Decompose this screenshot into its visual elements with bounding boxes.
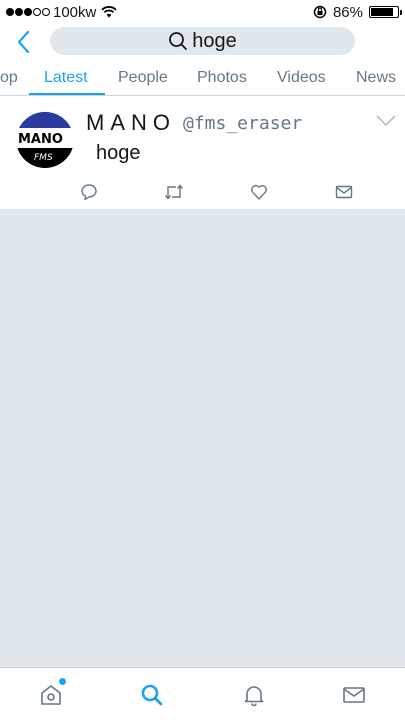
messages-icon	[343, 687, 365, 703]
search-header: hoge	[0, 24, 405, 60]
home-icon	[41, 685, 61, 705]
tweet-text: hoge	[96, 142, 141, 164]
reply-icon	[81, 184, 97, 201]
avatar-logo-subtext: FMS	[34, 153, 53, 163]
active-tab-indicator	[29, 93, 105, 95]
like-button[interactable]	[249, 182, 269, 202]
tweet-actions	[0, 182, 405, 202]
like-icon	[251, 184, 267, 200]
battery-percent: 86%	[332, 3, 363, 21]
battery-icon	[369, 6, 402, 18]
chevron-left-icon	[17, 30, 30, 54]
nav-home[interactable]	[38, 678, 66, 708]
avatar-image: MANO FMS	[16, 110, 74, 168]
reply-button[interactable]	[79, 182, 99, 202]
carrier-name: 100kw	[53, 3, 97, 21]
status-bar: 100kw 86%	[0, 0, 405, 24]
search-icon	[169, 32, 188, 50]
search-tabs: op Latest People Photos Videos News	[0, 60, 405, 96]
search-bar[interactable]: hoge	[50, 27, 355, 55]
tweet-handle[interactable]: @fms_eraser	[183, 113, 302, 134]
orientation-lock-icon	[313, 5, 327, 19]
bottom-nav	[0, 667, 405, 720]
tab-news[interactable]: News	[356, 69, 396, 87]
tab-latest[interactable]: Latest	[44, 69, 88, 87]
notifications-icon	[244, 686, 264, 707]
avatar-logo-text: MANO	[18, 132, 63, 147]
retweet-button[interactable]	[164, 182, 184, 202]
avatar[interactable]: MANO FMS	[16, 110, 74, 168]
wifi-icon	[101, 6, 117, 18]
nav-search[interactable]	[139, 682, 165, 708]
direct-message-icon	[335, 185, 353, 199]
search-query: hoge	[192, 29, 237, 52]
tweet-display-name[interactable]: MANO	[86, 110, 176, 136]
signal-strength-icon	[6, 8, 50, 16]
tab-top[interactable]: op	[0, 69, 18, 87]
search-icon	[141, 684, 163, 706]
direct-message-button[interactable]	[334, 182, 354, 202]
tab-photos[interactable]: Photos	[197, 69, 247, 87]
nav-notifications[interactable]	[241, 682, 267, 708]
back-button[interactable]	[12, 28, 36, 56]
tab-people[interactable]: People	[118, 69, 168, 87]
notification-dot	[59, 678, 66, 685]
chevron-down-icon[interactable]	[375, 114, 397, 128]
nav-messages[interactable]	[341, 682, 367, 708]
tab-videos[interactable]: Videos	[277, 69, 326, 87]
tweet-card[interactable]: MANO FMS MANO @fms_eraser hoge	[0, 96, 405, 209]
retweet-icon	[164, 184, 184, 200]
